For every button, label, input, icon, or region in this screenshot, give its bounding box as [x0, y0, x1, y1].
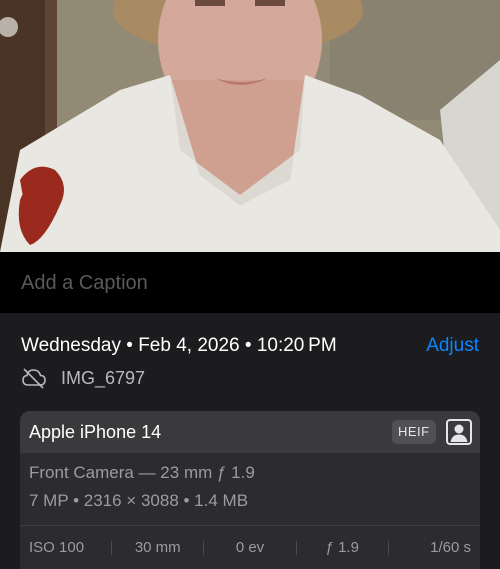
exif-exposure: 0 ev [235, 539, 265, 556]
exif-focal-length: 30 mm [134, 539, 181, 556]
portrait-mode-icon [445, 418, 473, 451]
exif-shutter-speed: 1/60 s [430, 539, 471, 556]
format-badge: HEIF [392, 420, 436, 444]
image-specs: 7 MP • 2316 × 3088 • 1.4 MB [29, 491, 249, 510]
capture-datetime: Wednesday • Feb 4, 2026 • 10:20 PM [21, 335, 337, 356]
info-panel: Wednesday • Feb 4, 2026 • 10:20 PM Adjus… [0, 313, 500, 569]
photo-preview[interactable] [0, 0, 500, 252]
exif-aperture: ƒ 1.9 [325, 539, 359, 556]
file-name: IMG_6797 [61, 367, 146, 388]
card-header: Apple iPhone 14 HEIF [20, 411, 480, 453]
exif-row: ISO 100 30 mm 0 ev ƒ 1.9 1/60 s [20, 526, 480, 569]
exif-iso: ISO 100 [29, 539, 85, 556]
camera-details-card: Apple iPhone 14 HEIF Front Camera — 23 m… [20, 411, 480, 569]
device-name: Apple iPhone 14 [29, 422, 162, 442]
file-row: IMG_6797 [21, 366, 145, 390]
caption-input[interactable]: Add a Caption [21, 272, 148, 295]
adjust-button[interactable]: Adjust [426, 335, 479, 357]
lens-info: Front Camera — 23 mm ƒ 1.9 [29, 463, 255, 482]
cloud-slash-icon [21, 367, 47, 389]
selfie-photo [0, 0, 500, 252]
caption-bar[interactable]: Add a Caption [0, 252, 500, 313]
